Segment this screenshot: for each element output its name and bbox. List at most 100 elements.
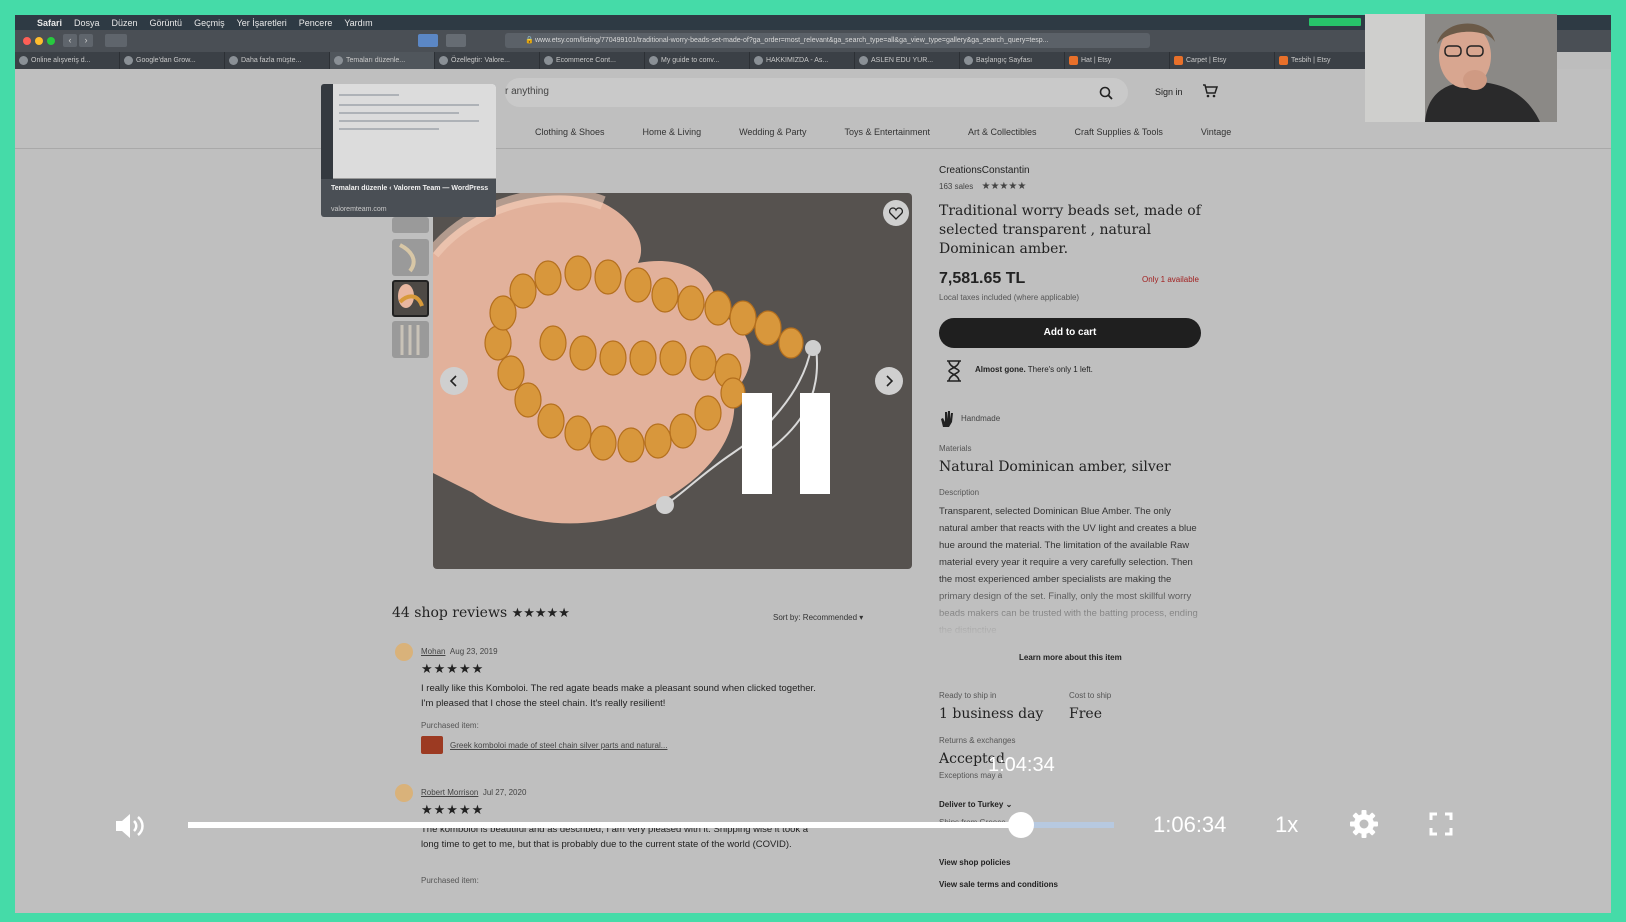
forward-icon[interactable]: › — [79, 34, 93, 47]
menu-gecmis[interactable]: Geçmiş — [194, 18, 225, 28]
browser-tab[interactable]: Hat | Etsy — [1065, 52, 1170, 69]
menu-goruntu[interactable]: Görüntü — [150, 18, 183, 28]
tab-preview-popup[interactable]: Temaları düzenle ‹ Valorem Team — WordPr… — [321, 84, 496, 217]
tab-label: Daha fazla müşte... — [241, 57, 302, 64]
materials-label: Materials — [939, 444, 972, 453]
review-item: Mohan Aug 23, 2019 ★★★★★ I really like t… — [392, 643, 832, 763]
price: 7,581.65 TL — [939, 270, 1026, 287]
menu-yardim[interactable]: Yardım — [344, 18, 372, 28]
back-icon[interactable]: ‹ — [63, 34, 77, 47]
tab-favicon-icon — [229, 56, 238, 65]
menu-yer-isaretleri[interactable]: Yer İşaretleri — [237, 18, 287, 28]
sales-count: 163 sales ★★★★★ — [939, 181, 1026, 192]
zoom-window-button[interactable] — [47, 37, 55, 45]
purchased-item-link[interactable]: Greek komboloi made of steel chain silve… — [450, 741, 667, 750]
menu-safari[interactable]: Safari — [37, 18, 62, 28]
purchased-item-label: Purchased item: — [421, 721, 479, 730]
browser-tab[interactable]: ASLEN EDU YUR... — [855, 52, 960, 69]
sales-text: 163 sales — [939, 182, 974, 191]
next-image-button[interactable] — [875, 367, 903, 395]
shop-rating-stars: ★★★★★ — [981, 181, 1027, 192]
search-icon[interactable] — [1099, 86, 1113, 105]
add-to-cart-button[interactable]: Add to cart — [939, 318, 1201, 348]
tab-label: Başlangıç Sayfası — [976, 57, 1033, 64]
browser-tab-hovered[interactable]: Temaları düzenle... — [330, 52, 435, 69]
previous-image-button[interactable] — [440, 367, 468, 395]
hand-icon — [941, 411, 953, 427]
etsy-favicon-icon — [1174, 56, 1183, 65]
sidebar-toggle-icon[interactable] — [105, 34, 127, 47]
reviewer-name-link[interactable]: Mohan — [421, 647, 445, 656]
view-shop-policies-link[interactable]: View shop policies — [939, 858, 1010, 867]
review-stars: ★★★★★ — [421, 661, 485, 676]
playback-speed-button[interactable]: 1x — [1275, 812, 1298, 838]
category-link[interactable]: Clothing & Shoes — [535, 127, 605, 137]
shop-name-link[interactable]: CreationsConstantin — [939, 165, 1030, 176]
seek-bar[interactable] — [188, 812, 1114, 838]
tab-favicon-icon — [649, 56, 658, 65]
cost-to-ship-value: Free — [1069, 706, 1102, 722]
minimize-window-button[interactable] — [35, 37, 43, 45]
tab-preview-url: valoremteam.com — [331, 206, 387, 213]
review-date: Aug 23, 2019 — [449, 647, 498, 656]
browser-tab[interactable]: Google'dan Grow... — [120, 52, 225, 69]
extension-icon[interactable] — [418, 34, 438, 47]
tax-note: Local taxes included (where applicable) — [939, 293, 1080, 302]
search-bar[interactable]: r anything — [505, 78, 1128, 107]
category-link[interactable]: Vintage — [1201, 127, 1231, 137]
chevron-left-icon — [449, 375, 457, 387]
video-player-controls: 1:06:34 1x — [0, 795, 1626, 855]
search-input[interactable]: r anything — [505, 86, 549, 97]
pause-indicator-bar — [800, 393, 830, 494]
hourglass-icon — [947, 360, 961, 382]
browser-tab[interactable]: My guide to conv... — [645, 52, 750, 69]
sign-in-link[interactable]: Sign in — [1155, 87, 1183, 97]
shield-icon[interactable] — [446, 34, 466, 47]
cart-icon[interactable] — [1202, 84, 1219, 103]
menu-dosya[interactable]: Dosya — [74, 18, 100, 28]
menu-pencere[interactable]: Pencere — [299, 18, 333, 28]
browser-tab[interactable]: HAKKIMIZDA - As... — [750, 52, 855, 69]
category-link[interactable]: Wedding & Party — [739, 127, 806, 137]
browser-tab[interactable]: Online alışveriş d... — [15, 52, 120, 69]
presenter-webcam-feed — [1365, 14, 1557, 122]
browser-tab[interactable]: Daha fazla müşte... — [225, 52, 330, 69]
purchased-item-label: Purchased item: — [421, 876, 479, 885]
browser-tab[interactable]: Özellegtir: Valore... — [435, 52, 540, 69]
view-terms-link[interactable]: View sale terms and conditions — [939, 880, 1058, 889]
sort-dropdown[interactable]: Sort by: Recommended ▾ — [773, 613, 863, 622]
product-image[interactable] — [433, 193, 912, 569]
tab-favicon-icon — [19, 56, 28, 65]
category-link[interactable]: Craft Supplies & Tools — [1075, 127, 1163, 137]
category-link[interactable]: Home & Living — [643, 127, 702, 137]
seek-handle[interactable] — [1008, 812, 1035, 838]
menu-duzen[interactable]: Düzen — [112, 18, 138, 28]
thumbnail-selected[interactable] — [392, 280, 429, 317]
favorite-heart-button[interactable] — [883, 200, 909, 226]
browser-tab[interactable]: Carpet | Etsy — [1170, 52, 1275, 69]
tab-preview-title: Temaları düzenle ‹ Valorem Team — WordPr… — [331, 185, 489, 192]
thumbnail[interactable] — [392, 217, 429, 233]
thumbnail[interactable] — [392, 321, 429, 358]
caret-down-icon: ▾ — [859, 613, 864, 622]
product-title: Traditional worry beads set, made of sel… — [939, 203, 1201, 257]
volume-icon[interactable] — [113, 811, 147, 846]
category-link[interactable]: Toys & Entertainment — [844, 127, 930, 137]
thumbnail[interactable] — [392, 239, 429, 276]
almost-gone-notice: Almost gone. There's only 1 left. — [939, 359, 1093, 382]
learn-more-button[interactable]: Learn more about this item — [1019, 653, 1122, 662]
handmade-text: Handmade — [961, 414, 1001, 423]
tab-label: Özellegtir: Valore... — [451, 57, 511, 64]
almost-gone-bold: Almost gone. — [975, 365, 1026, 374]
category-link[interactable]: Art & Collectibles — [968, 127, 1037, 137]
ready-to-ship-label: Ready to ship in — [939, 691, 997, 700]
tab-preview-thumbnail — [321, 84, 496, 179]
gear-icon[interactable] — [1349, 809, 1379, 844]
fullscreen-icon[interactable] — [1429, 812, 1453, 841]
browser-tab[interactable]: Ecommerce Cont... — [540, 52, 645, 69]
address-bar[interactable]: 🔒 www.etsy.com/listing/770499101/traditi… — [505, 33, 1150, 48]
purchased-item-thumbnail[interactable] — [421, 736, 443, 754]
battery-icon — [1309, 17, 1361, 26]
close-window-button[interactable] — [23, 37, 31, 45]
browser-tab[interactable]: Başlangıç Sayfası — [960, 52, 1065, 69]
